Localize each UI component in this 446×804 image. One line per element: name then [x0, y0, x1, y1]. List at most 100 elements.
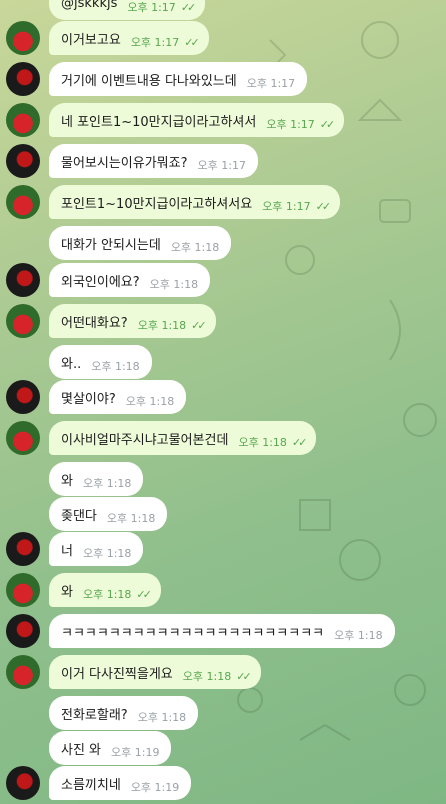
- message-time: 오후 1:18: [125, 395, 175, 408]
- incoming-message-bubble[interactable]: 몇살이야? 오후 1:18: [49, 380, 187, 414]
- message-row: 좆댄다 오후 1:18: [0, 497, 446, 531]
- message-row: 네 포인트1~10만지급이라고하셔서 오후 1:17 ✓✓: [0, 103, 446, 137]
- read-receipt-icon: ✓✓: [236, 669, 252, 683]
- outgoing-message-bubble[interactable]: 이거 다사진찍을게요 오후 1:18 ✓✓: [49, 655, 261, 689]
- message-text: 어떤대화요?: [61, 315, 128, 331]
- avatar-dark[interactable]: [6, 144, 40, 178]
- incoming-message-bubble[interactable]: 소름끼치네 오후 1:19: [49, 766, 192, 800]
- message-text: 이거 다사진찍을게요: [61, 666, 173, 682]
- avatar-apple[interactable]: [6, 421, 40, 455]
- message-time: 오후 1:17: [127, 1, 176, 14]
- incoming-message-bubble[interactable]: 외국인이에요? 오후 1:18: [49, 263, 211, 297]
- incoming-message-bubble[interactable]: 물어보시는이유가뭐죠? 오후 1:17: [49, 144, 258, 178]
- outgoing-message-bubble[interactable]: @jskkkjs 오후 1:17 ✓✓: [49, 0, 206, 20]
- incoming-message-bubble[interactable]: 좆댄다 오후 1:18: [49, 497, 168, 531]
- incoming-message-bubble[interactable]: 전화로할래? 오후 1:18: [49, 696, 199, 730]
- message-text: 거기에 이벤트내용 다나와있느데: [61, 73, 237, 89]
- message-row: 와 오후 1:18 ✓✓: [0, 573, 446, 607]
- outgoing-message-bubble[interactable]: 포인트1~10만지급이라고하셔서요 오후 1:17 ✓✓: [49, 185, 341, 219]
- message-time: 오후 1:18: [334, 629, 383, 642]
- message-text: 네 포인트1~10만지급이라고하셔서: [61, 114, 257, 130]
- message-text: 와..: [61, 356, 82, 372]
- avatar-apple[interactable]: [6, 573, 40, 607]
- incoming-message-bubble[interactable]: 사진 와 오후 1:19: [49, 731, 172, 765]
- message-text: 외국인이에요?: [61, 274, 140, 290]
- avatar-apple[interactable]: [6, 103, 40, 137]
- message-row: 전화로할래? 오후 1:18: [0, 696, 446, 730]
- message-text: 너: [61, 543, 73, 559]
- message-row: 이거 다사진찍을게요 오후 1:18 ✓✓: [0, 655, 446, 689]
- message-row: 외국인이에요? 오후 1:18: [0, 263, 446, 297]
- avatar-apple[interactable]: [6, 185, 40, 219]
- avatar-apple[interactable]: [6, 304, 40, 338]
- outgoing-message-bubble[interactable]: 이거보고요 오후 1:17 ✓✓: [49, 21, 209, 55]
- message-row: 거기에 이벤트내용 다나와있느데 오후 1:17: [0, 62, 446, 96]
- read-receipt-icon: ✓✓: [319, 117, 336, 131]
- message-time: 오후 1:18: [82, 477, 132, 490]
- incoming-message-bubble[interactable]: 와.. 오후 1:18: [49, 345, 152, 379]
- avatar-dark[interactable]: [6, 766, 40, 800]
- message-time: 오후 1:19: [111, 746, 160, 759]
- avatar-dark[interactable]: [6, 614, 40, 648]
- read-receipt-icon: ✓✓: [180, 0, 197, 14]
- message-row: 포인트1~10만지급이라고하셔서요 오후 1:17 ✓✓: [0, 185, 446, 219]
- message-text: 몇살이야?: [61, 391, 116, 407]
- read-receipt-icon: ✓✓: [136, 587, 152, 601]
- message-list[interactable]: @jskkkjs 오후 1:17 ✓✓ 이거보고요 오후 1:17 ✓✓ 거기에 이벤트내용…: [0, 0, 446, 804]
- message-time: 오후 1:19: [130, 781, 180, 794]
- message-text: 전화로할래?: [61, 707, 128, 723]
- incoming-message-bubble[interactable]: ㅋㅋㅋㅋㅋㅋㅋㅋㅋㅋㅋㅋㅋㅋㅋㅋㅋㅋㅋㅋㅋㅋ 오후 1:18: [49, 614, 395, 648]
- read-receipt-icon: ✓✓: [291, 435, 308, 449]
- message-time: 오후 1:18: [149, 278, 199, 291]
- avatar-dark[interactable]: [6, 380, 40, 414]
- message-row: 와 오후 1:18: [0, 462, 446, 496]
- read-receipt-icon: ✓✓: [315, 199, 332, 213]
- message-time: 오후 1:18: [82, 547, 132, 560]
- message-time: 오후 1:18: [238, 436, 287, 449]
- message-text: 이거보고요: [61, 32, 121, 48]
- message-time: 오후 1:17: [266, 118, 315, 131]
- outgoing-message-bubble[interactable]: 이사비얼마주시냐고물어본건데 오후 1:18 ✓✓: [49, 421, 317, 455]
- message-row: 소름끼치네 오후 1:19: [0, 766, 446, 800]
- message-time: 오후 1:17: [246, 77, 296, 90]
- incoming-message-bubble[interactable]: 거기에 이벤트내용 다나와있느데 오후 1:17: [49, 62, 308, 96]
- message-time: 오후 1:18: [91, 360, 140, 373]
- message-text: ㅋㅋㅋㅋㅋㅋㅋㅋㅋㅋㅋㅋㅋㅋㅋㅋㅋㅋㅋㅋㅋㅋ: [61, 625, 325, 641]
- outgoing-message-bubble[interactable]: 네 포인트1~10만지급이라고하셔서 오후 1:17 ✓✓: [49, 103, 345, 137]
- avatar-dark[interactable]: [6, 263, 40, 297]
- message-text: 사진 와: [61, 742, 102, 758]
- message-text: 물어보시는이유가뭐죠?: [61, 155, 188, 171]
- message-row: 몇살이야? 오후 1:18: [0, 380, 446, 414]
- message-text: @jskkkjs: [61, 0, 118, 11]
- message-text: 이사비얼마주시냐고물어본건데: [61, 432, 229, 448]
- message-row: 어떤대화요? 오후 1:18 ✓✓: [0, 304, 446, 338]
- outgoing-message-bubble[interactable]: 어떤대화요? 오후 1:18 ✓✓: [49, 304, 216, 338]
- message-time: 오후 1:18: [170, 241, 220, 254]
- incoming-message-bubble[interactable]: 너 오후 1:18: [49, 532, 144, 566]
- message-time: 오후 1:18: [182, 670, 232, 683]
- message-text: 포인트1~10만지급이라고하셔서요: [61, 196, 253, 212]
- avatar-apple[interactable]: [6, 21, 40, 55]
- read-receipt-icon: ✓✓: [184, 35, 200, 49]
- message-row: 대화가 안되시는데 오후 1:18: [0, 226, 446, 260]
- message-row: 물어보시는이유가뭐죠? 오후 1:17: [0, 144, 446, 178]
- outgoing-message-bubble[interactable]: 와 오후 1:18 ✓✓: [49, 573, 161, 607]
- incoming-message-bubble[interactable]: 와 오후 1:18: [49, 462, 144, 496]
- message-row: 사진 와 오후 1:19: [0, 731, 446, 765]
- message-time: 오후 1:17: [197, 159, 246, 172]
- message-row: 와.. 오후 1:18: [0, 345, 446, 379]
- message-text: 와: [61, 473, 73, 489]
- message-row: @jskkkjs 오후 1:17 ✓✓: [0, 0, 446, 20]
- message-text: 좆댄다: [61, 508, 97, 524]
- read-receipt-icon: ✓✓: [191, 318, 207, 332]
- message-time: 오후 1:18: [106, 512, 156, 525]
- message-time: 오후 1:17: [262, 200, 311, 213]
- avatar-dark[interactable]: [6, 62, 40, 96]
- avatar-apple[interactable]: [6, 655, 40, 689]
- message-text: 소름끼치네: [61, 777, 121, 793]
- message-text: 와: [61, 584, 73, 600]
- avatar-dark[interactable]: [6, 532, 40, 566]
- incoming-message-bubble[interactable]: 대화가 안되시는데 오후 1:18: [49, 226, 232, 260]
- message-time: 오후 1:18: [137, 711, 187, 724]
- message-text: 대화가 안되시는데: [61, 237, 161, 253]
